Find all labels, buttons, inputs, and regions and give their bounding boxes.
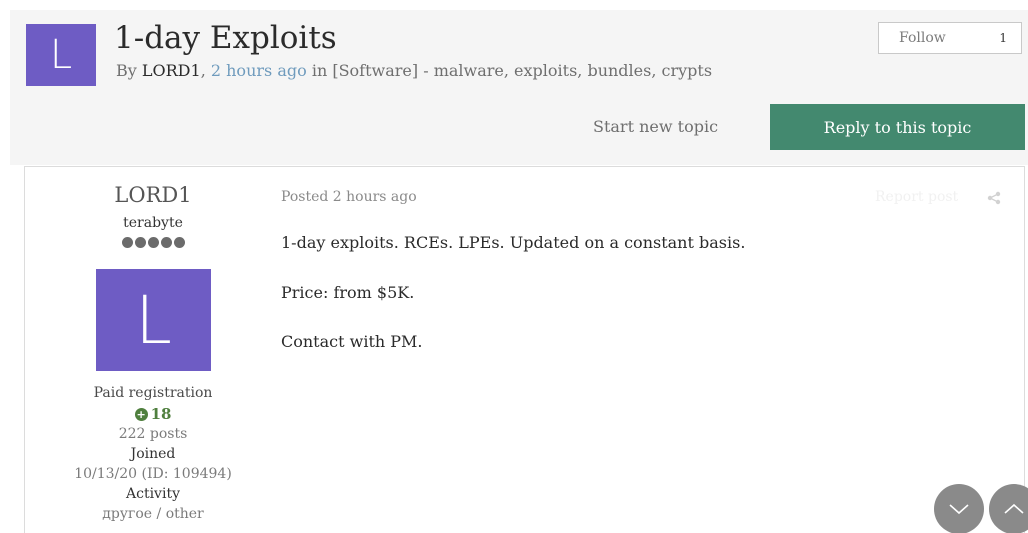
follow-count: 1	[999, 31, 1007, 45]
post-author-panel: LORD1 terabyte L Paid registration +18 2…	[25, 167, 281, 533]
share-icon[interactable]	[987, 191, 1001, 205]
report-post-link[interactable]: Report post	[875, 189, 958, 205]
activity-value: другое / other	[102, 506, 204, 522]
follow-label: Follow	[899, 30, 946, 46]
topic-avatar-letter: L	[49, 32, 73, 78]
chevron-down-icon	[949, 504, 969, 515]
joined-label: Joined	[130, 446, 176, 462]
page-title: 1-day Exploits	[114, 20, 337, 56]
rank-pip	[134, 237, 146, 248]
topic-author-link[interactable]: LORD1	[142, 61, 201, 80]
author-rank: terabyte	[123, 215, 183, 231]
topic-meta: By LORD1, 2 hours ago in [Software] - ma…	[116, 61, 712, 80]
joined-value: 10/13/20 (ID: 109494)	[74, 466, 232, 482]
post-card: LORD1 terabyte L Paid registration +18 2…	[24, 166, 1025, 533]
post-content-line: 1-day exploits. RCEs. LPEs. Updated on a…	[281, 233, 746, 252]
reputation-plus-icon: +	[134, 408, 148, 421]
reputation-value: 18	[150, 405, 172, 423]
post-author-avatar[interactable]: L	[96, 269, 211, 371]
author-group: Paid registration	[93, 385, 213, 401]
activity-label: Activity	[126, 486, 180, 502]
topic-forum: in [Software] - malware, exploits, bundl…	[306, 61, 713, 80]
post-content-line: Price: from $5K.	[281, 283, 415, 302]
rank-pip	[173, 237, 185, 248]
scroll-up-button[interactable]	[989, 484, 1028, 533]
meta-separator: ,	[200, 61, 211, 80]
post-author-name[interactable]: LORD1	[25, 183, 281, 207]
topic-page: L 1-day Exploits By LORD1, 2 hours ago i…	[0, 0, 1028, 533]
by-prefix: By	[116, 61, 142, 80]
follow-button[interactable]: Follow 1	[878, 22, 1022, 54]
chevron-up-icon	[1004, 503, 1024, 514]
post-date[interactable]: Posted 2 hours ago	[281, 189, 417, 205]
rank-pip	[147, 237, 159, 248]
scroll-down-button[interactable]	[934, 484, 984, 533]
rank-pips	[25, 237, 281, 248]
rank-pip	[121, 237, 133, 248]
rank-pip	[160, 237, 172, 248]
reply-to-topic-button[interactable]: Reply to this topic	[770, 104, 1025, 150]
start-new-topic-link[interactable]: Start new topic	[593, 117, 718, 136]
post-body: Posted 2 hours ago Report post 1-day exp…	[281, 167, 1026, 533]
author-reputation: +18	[25, 405, 281, 423]
post-content-line: Contact with PM.	[281, 332, 423, 351]
topic-time: 2 hours ago	[210, 61, 307, 80]
author-post-count: 222 posts	[118, 426, 188, 442]
topic-author-avatar[interactable]: L	[26, 24, 96, 86]
author-avatar-letter: L	[135, 281, 172, 359]
